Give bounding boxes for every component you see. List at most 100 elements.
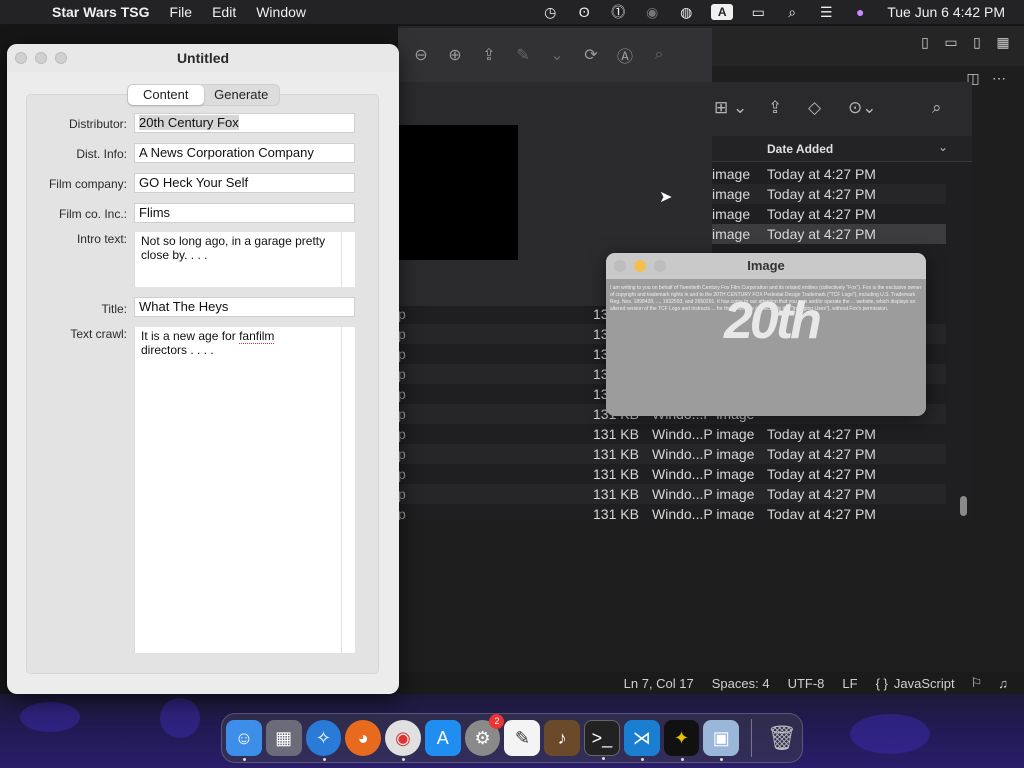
safari-icon[interactable]: ✧ bbox=[305, 720, 342, 761]
date-added-column[interactable]: Date Added bbox=[767, 142, 833, 156]
airdrop-icon[interactable]: ◉ bbox=[635, 4, 669, 21]
text-crawl-value: It is a new age for bbox=[141, 329, 240, 343]
launchpad-icon[interactable]: ▦ bbox=[265, 720, 302, 756]
app-store-icon[interactable]: A bbox=[424, 720, 461, 756]
terminal-icon[interactable]: >_ bbox=[584, 720, 620, 760]
finder-scrollbar[interactable] bbox=[960, 496, 967, 516]
file-kind: image bbox=[712, 186, 751, 202]
status-braces: { } bbox=[875, 675, 888, 691]
customize-layout-icon[interactable]: ▦ bbox=[990, 34, 1016, 51]
title-label: Title: bbox=[101, 302, 127, 316]
search-icon[interactable]: ⌕ bbox=[642, 46, 676, 64]
input-source-icon[interactable]: A bbox=[711, 4, 734, 20]
spotlight-search-icon[interactable]: ⌕ bbox=[775, 4, 809, 21]
toggle-panel-icon[interactable]: ▭ bbox=[938, 34, 964, 51]
preview-image-thumbnail bbox=[398, 125, 518, 260]
markup-pen-icon[interactable]: ✎ bbox=[506, 45, 540, 65]
title-field[interactable]: What The Heys bbox=[134, 297, 355, 317]
instruments-icon[interactable]: ♪ bbox=[544, 720, 581, 756]
text-crawl-area[interactable]: It is a new age for fanfilm directors . … bbox=[134, 327, 355, 653]
toggle-secondary-sidebar-icon[interactable]: ▯ bbox=[964, 34, 990, 51]
dist-info-field[interactable]: A News Corporation Company bbox=[134, 143, 355, 163]
menu-window[interactable]: Window bbox=[256, 4, 306, 20]
system-settings-icon[interactable]: ⚙ 2 bbox=[464, 714, 505, 756]
table-row[interactable]: p 131 KB Windo...P image Today at 4:27 PM bbox=[398, 424, 946, 444]
tab-content[interactable]: Content bbox=[128, 85, 204, 105]
distributor-field[interactable]: 20th Century Fox bbox=[134, 113, 355, 133]
siri-icon[interactable]: ● bbox=[843, 4, 877, 20]
markup-icon[interactable]: Ⓐ bbox=[608, 43, 642, 67]
vscode-icon[interactable]: ⋊ bbox=[623, 720, 660, 761]
file-size: 131 KB bbox=[593, 486, 639, 502]
accessibility-icon[interactable]: ⓵ bbox=[601, 2, 635, 22]
share-icon[interactable]: ⇪ bbox=[472, 45, 506, 65]
file-type: Windo...P image bbox=[652, 486, 755, 502]
file-date: Today at 4:27 PM bbox=[767, 186, 876, 202]
untitled-window: Untitled Content Generate Distributor: 2… bbox=[7, 44, 399, 694]
action-menu-icon[interactable]: ⊙⌄ bbox=[848, 98, 877, 118]
star-wars-tsg-icon[interactable]: ✦ bbox=[663, 720, 700, 761]
rotate-icon[interactable]: ⟳ bbox=[574, 45, 608, 65]
hearing-icon[interactable]: ʘ bbox=[567, 4, 601, 20]
finder-column-header: Date Added ⌄ bbox=[712, 136, 972, 162]
time-machine-icon[interactable]: ◷ bbox=[533, 4, 567, 21]
table-row[interactable]: p 131 KB Windo...P image Today at 4:27 PM bbox=[398, 504, 946, 520]
finder-icon[interactable]: ☺ bbox=[226, 720, 262, 761]
table-row[interactable]: p 131 KB Windo...P image Today at 4:27 PM bbox=[398, 484, 946, 504]
table-row[interactable]: p 131 KB Windo...P image Today at 4:27 PM bbox=[398, 444, 946, 464]
file-name: p bbox=[398, 466, 406, 482]
file-size: 131 KB bbox=[593, 506, 639, 520]
file-type: Windo...P image bbox=[652, 466, 755, 482]
toggle-sidebar-icon[interactable]: ▯ bbox=[912, 34, 938, 51]
film-company-field[interactable]: GO Heck Your Self bbox=[134, 173, 355, 193]
trash-icon[interactable]: 🗑 bbox=[764, 720, 800, 756]
preview-icon[interactable]: ▣ bbox=[703, 720, 740, 761]
menu-file[interactable]: File bbox=[170, 4, 193, 20]
film-co-inc-field[interactable]: Flims bbox=[134, 203, 355, 223]
share-icon[interactable]: ⇪ bbox=[768, 98, 782, 118]
table-row[interactable]: p 131 KB Windo...P image Today at 4:27 PM bbox=[398, 464, 946, 484]
zoom-out-icon[interactable]: ⊖ bbox=[404, 45, 438, 65]
more-actions-icon[interactable]: ⋯ bbox=[986, 70, 1012, 87]
intro-text-area[interactable]: Not so long ago, in a garage pretty clos… bbox=[134, 232, 355, 287]
textedit-icon[interactable]: ✎ bbox=[504, 720, 541, 756]
finder-toolbar: ⊞ ⌄ ⇪ ◇ ⊙⌄ ⌕ bbox=[712, 82, 972, 136]
feedback-icon[interactable]: ⚐ bbox=[971, 675, 983, 691]
zoom-in-icon[interactable]: ⊕ bbox=[438, 45, 472, 65]
menu-edit[interactable]: Edit bbox=[212, 4, 236, 20]
view-options-icon[interactable]: ⊞ ⌄ bbox=[714, 98, 747, 118]
wallpaper-flower bbox=[160, 698, 200, 738]
status-indentation[interactable]: Spaces: 4 bbox=[712, 676, 770, 691]
image-titlebar: Image bbox=[606, 253, 926, 279]
control-center-icon[interactable]: ☰ bbox=[809, 4, 843, 21]
screen-mirroring-icon[interactable]: ▭ bbox=[741, 4, 775, 21]
film-company-label: Film company: bbox=[48, 177, 127, 191]
file-kind: image bbox=[712, 166, 751, 182]
image-content: I am writing to you on behalf of Twentie… bbox=[606, 279, 926, 416]
status-area: ◷ ʘ ⓵ ◉ ◍ A ▭ ⌕ ☰ ● Tue Jun 6 4:42 PM bbox=[533, 0, 1024, 24]
search-icon[interactable]: ⌕ bbox=[932, 98, 942, 118]
window-title: Untitled bbox=[176, 50, 230, 66]
chevron-down-icon[interactable]: ⌄ bbox=[938, 140, 948, 154]
file-name: p bbox=[398, 346, 406, 362]
notifications-bell-icon[interactable]: ♫ bbox=[998, 676, 1008, 691]
user-icon[interactable]: ◍ bbox=[669, 4, 703, 21]
status-language[interactable]: JavaScript bbox=[894, 676, 955, 691]
status-cursor-position[interactable]: Ln 7, Col 17 bbox=[624, 676, 694, 691]
file-name: p bbox=[398, 306, 406, 322]
file-size: 131 KB bbox=[593, 466, 639, 482]
tab-generate[interactable]: Generate bbox=[204, 85, 280, 105]
chrome-icon[interactable]: ◉ bbox=[385, 720, 421, 761]
file-date: Today at 4:27 PM bbox=[767, 446, 876, 462]
status-encoding[interactable]: UTF-8 bbox=[788, 676, 825, 691]
dock-separator bbox=[751, 719, 753, 757]
menu-app-name[interactable]: Star Wars TSG bbox=[52, 4, 150, 20]
firefox-icon[interactable]: ◕ bbox=[345, 720, 382, 756]
file-type: Windo...P image bbox=[652, 446, 755, 462]
tag-icon[interactable]: ◇ bbox=[808, 98, 821, 118]
markup-menu-icon[interactable]: ⌄ bbox=[540, 45, 574, 65]
menu-clock[interactable]: Tue Jun 6 4:42 PM bbox=[887, 4, 1005, 20]
status-eol[interactable]: LF bbox=[842, 676, 857, 691]
editor-status-bar: Ln 7, Col 17 Spaces: 4 UTF-8 LF { } Java… bbox=[398, 672, 1024, 694]
tab-control: Content Generate bbox=[127, 84, 280, 106]
